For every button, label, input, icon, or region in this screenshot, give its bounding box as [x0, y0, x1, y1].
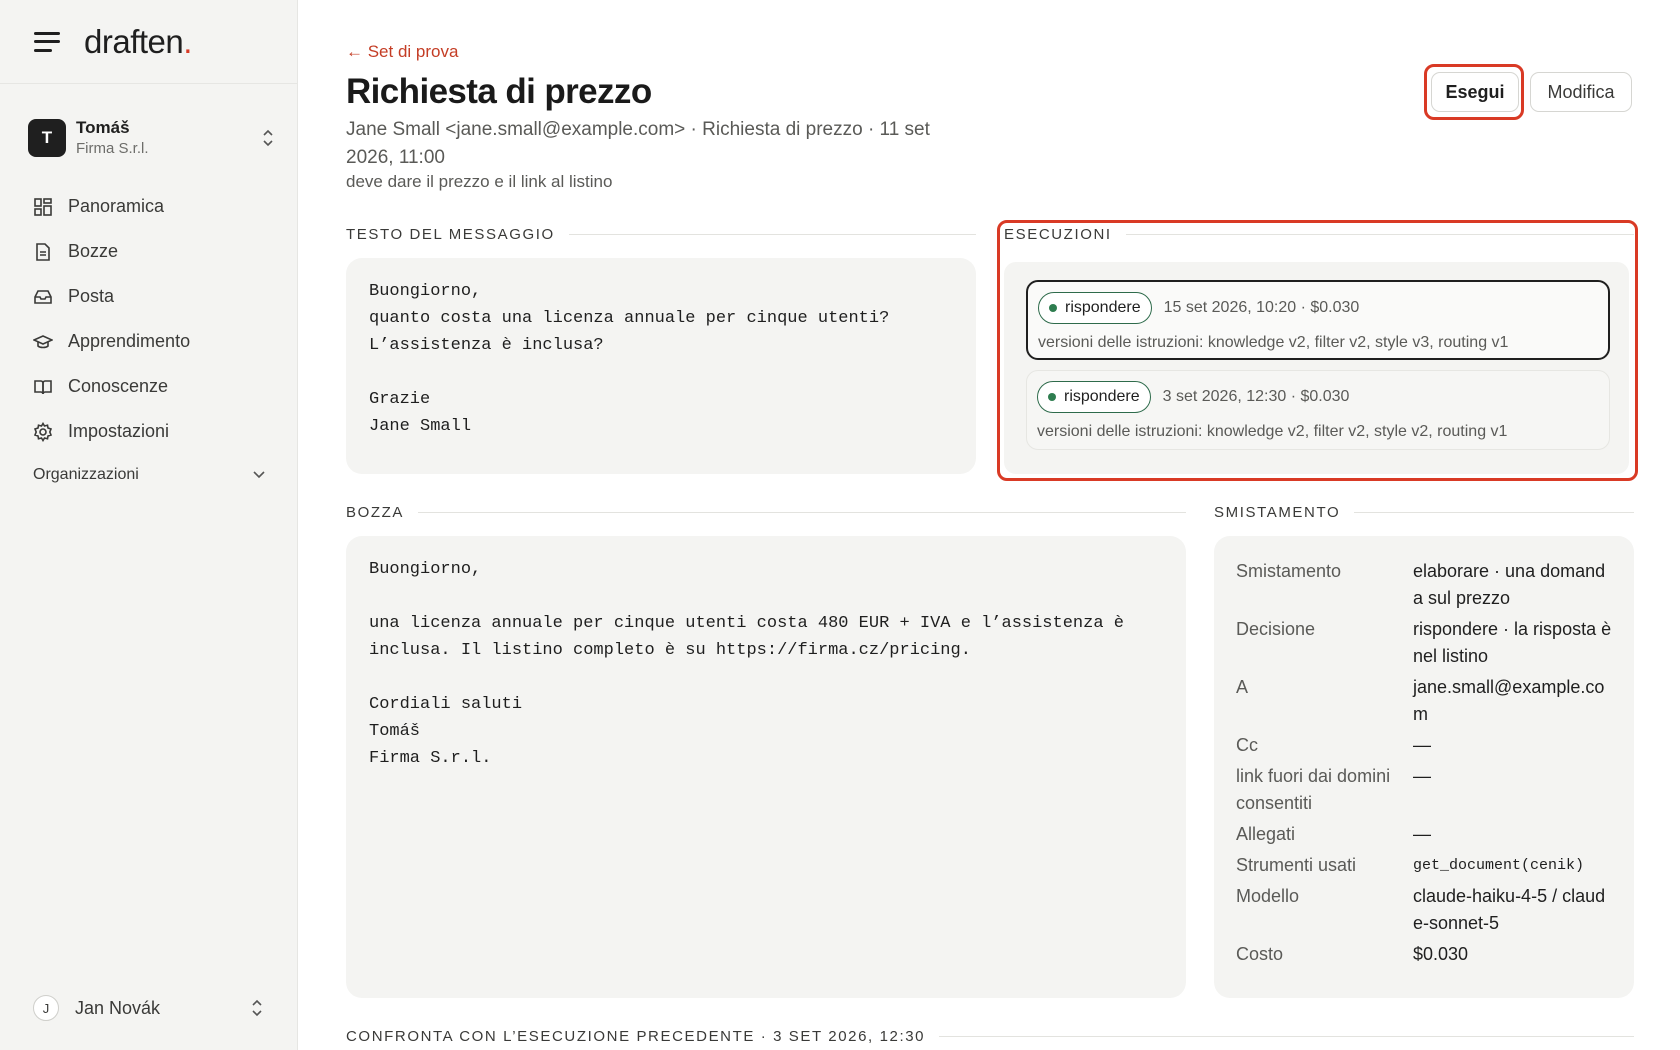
chevron-up-down-icon	[252, 999, 262, 1017]
message-body: Buongiorno, quanto costa una licenza ann…	[369, 282, 890, 436]
routing-row: link fuori dai domini consentiti —	[1236, 766, 1431, 813]
routing-row: Strumenti usati get_document(cenik)	[1236, 855, 1585, 875]
gear-icon	[32, 421, 54, 443]
sidebar-nav: Panoramica Bozze Posta Apprendimento Con…	[32, 184, 272, 454]
runs-section-label: ESECUZIONI	[1004, 226, 1634, 243]
sidebar-item-apprendimento[interactable]: Apprendimento	[32, 319, 272, 364]
chevron-up-down-icon	[263, 129, 273, 147]
page-title: Richiesta di prezzo	[346, 72, 652, 111]
status-badge: rispondere	[1038, 292, 1152, 324]
book-icon	[32, 376, 54, 398]
org-name: Tomáš	[76, 118, 130, 137]
organizations-toggle[interactable]: Organizzazioni	[33, 466, 265, 484]
status-dot-icon	[1049, 304, 1057, 312]
message-meta: Jane Small <jane.small@example.com> · Ri…	[346, 119, 930, 168]
routing-row: Cc —	[1236, 735, 1431, 755]
user-switcher[interactable]: J Jan Novák	[33, 992, 273, 1024]
run-item[interactable]: rispondere 3 set 2026, 12:30 · $0.030 ve…	[1026, 370, 1610, 450]
sidebar-item-label: Impostazioni	[68, 421, 170, 441]
sidebar: draften. T Tomáš Firma S.r.l. Panoramica…	[0, 0, 298, 1050]
sidebar-item-label: Posta	[68, 286, 115, 306]
sidebar-item-bozze[interactable]: Bozze	[32, 229, 272, 274]
logo[interactable]: draften.	[84, 23, 192, 61]
user-avatar: J	[33, 995, 59, 1021]
routing-row: Allegati —	[1236, 824, 1431, 844]
inbox-icon	[32, 286, 54, 308]
draft-body: Buongiorno, una licenza annuale per cinq…	[369, 560, 1124, 768]
message-section-label: TESTO DEL MESSAGGIO	[346, 226, 976, 243]
test-note: deve dare il prezzo e il link al listino	[346, 172, 613, 191]
sidebar-item-conoscenze[interactable]: Conoscenze	[32, 364, 272, 409]
runs-list: rispondere 15 set 2026, 10:20 · $0.030 v…	[1004, 262, 1629, 474]
brand-bar: draften.	[0, 0, 297, 84]
run-button[interactable]: Esegui	[1431, 72, 1519, 112]
sidebar-item-label: Panoramica	[68, 196, 165, 216]
sidebar-item-label: Bozze	[68, 241, 119, 261]
user-name: Jan Novák	[75, 997, 161, 1018]
org-switcher[interactable]: T Tomáš Firma S.r.l.	[28, 114, 274, 162]
routing-row: Costo $0.030	[1236, 944, 1469, 964]
graduation-cap-icon	[32, 331, 54, 353]
menu-icon[interactable]	[34, 31, 60, 52]
routing-row: Ajane.small@example.com	[1236, 677, 1605, 724]
grid-icon	[32, 196, 54, 218]
sidebar-item-panoramica[interactable]: Panoramica	[32, 184, 272, 229]
routing-row: Modello claude-haiku-4-5 / claude-sonnet-…	[1236, 886, 1606, 933]
status-badge: rispondere	[1037, 381, 1151, 413]
org-company: Firma S.r.l.	[76, 140, 149, 157]
sidebar-item-label: Apprendimento	[68, 331, 191, 351]
sidebar-item-impostazioni[interactable]: Impostazioni	[32, 409, 272, 454]
sidebar-item-label: Conoscenze	[68, 376, 169, 396]
run-description: versioni delle istruzioni: knowledge v2,…	[1038, 334, 1509, 351]
run-meta: 3 set 2026, 12:30 · $0.030	[1162, 388, 1350, 405]
routing-details: Smistamento elaborare · una domanda sul p…	[1236, 558, 1626, 972]
organizations-label: Organizzazioni	[33, 466, 139, 483]
draft-card: Buongiorno, una licenza annuale per cinq…	[346, 536, 1186, 998]
draft-section-label: BOZZA	[346, 504, 1186, 521]
back-link[interactable]: ← Set di prova	[346, 42, 458, 62]
routing-row: Decisione rispondere · la risposta è nel …	[1236, 619, 1612, 666]
run-meta: 15 set 2026, 10:20 · $0.030	[1163, 299, 1360, 316]
routing-row: Smistamento elaborare · una domanda sul p…	[1236, 561, 1606, 608]
run-item[interactable]: rispondere 15 set 2026, 10:20 · $0.030 v…	[1026, 280, 1610, 360]
org-avatar: T	[28, 119, 66, 157]
status-dot-icon	[1048, 393, 1056, 401]
message-card: Buongiorno, quanto costa una licenza ann…	[346, 258, 976, 474]
edit-button[interactable]: Modifica	[1530, 72, 1632, 112]
document-icon	[32, 241, 54, 263]
sidebar-item-posta[interactable]: Posta	[32, 274, 272, 319]
run-description: versioni delle istruzioni: knowledge v2,…	[1037, 423, 1508, 440]
routing-section-label: SMISTAMENTO	[1214, 504, 1634, 521]
compare-section-label: CONFRONTA CON L’ESECUZIONE PRECEDENTE · …	[346, 1028, 1634, 1045]
chevron-down-icon	[253, 471, 265, 479]
